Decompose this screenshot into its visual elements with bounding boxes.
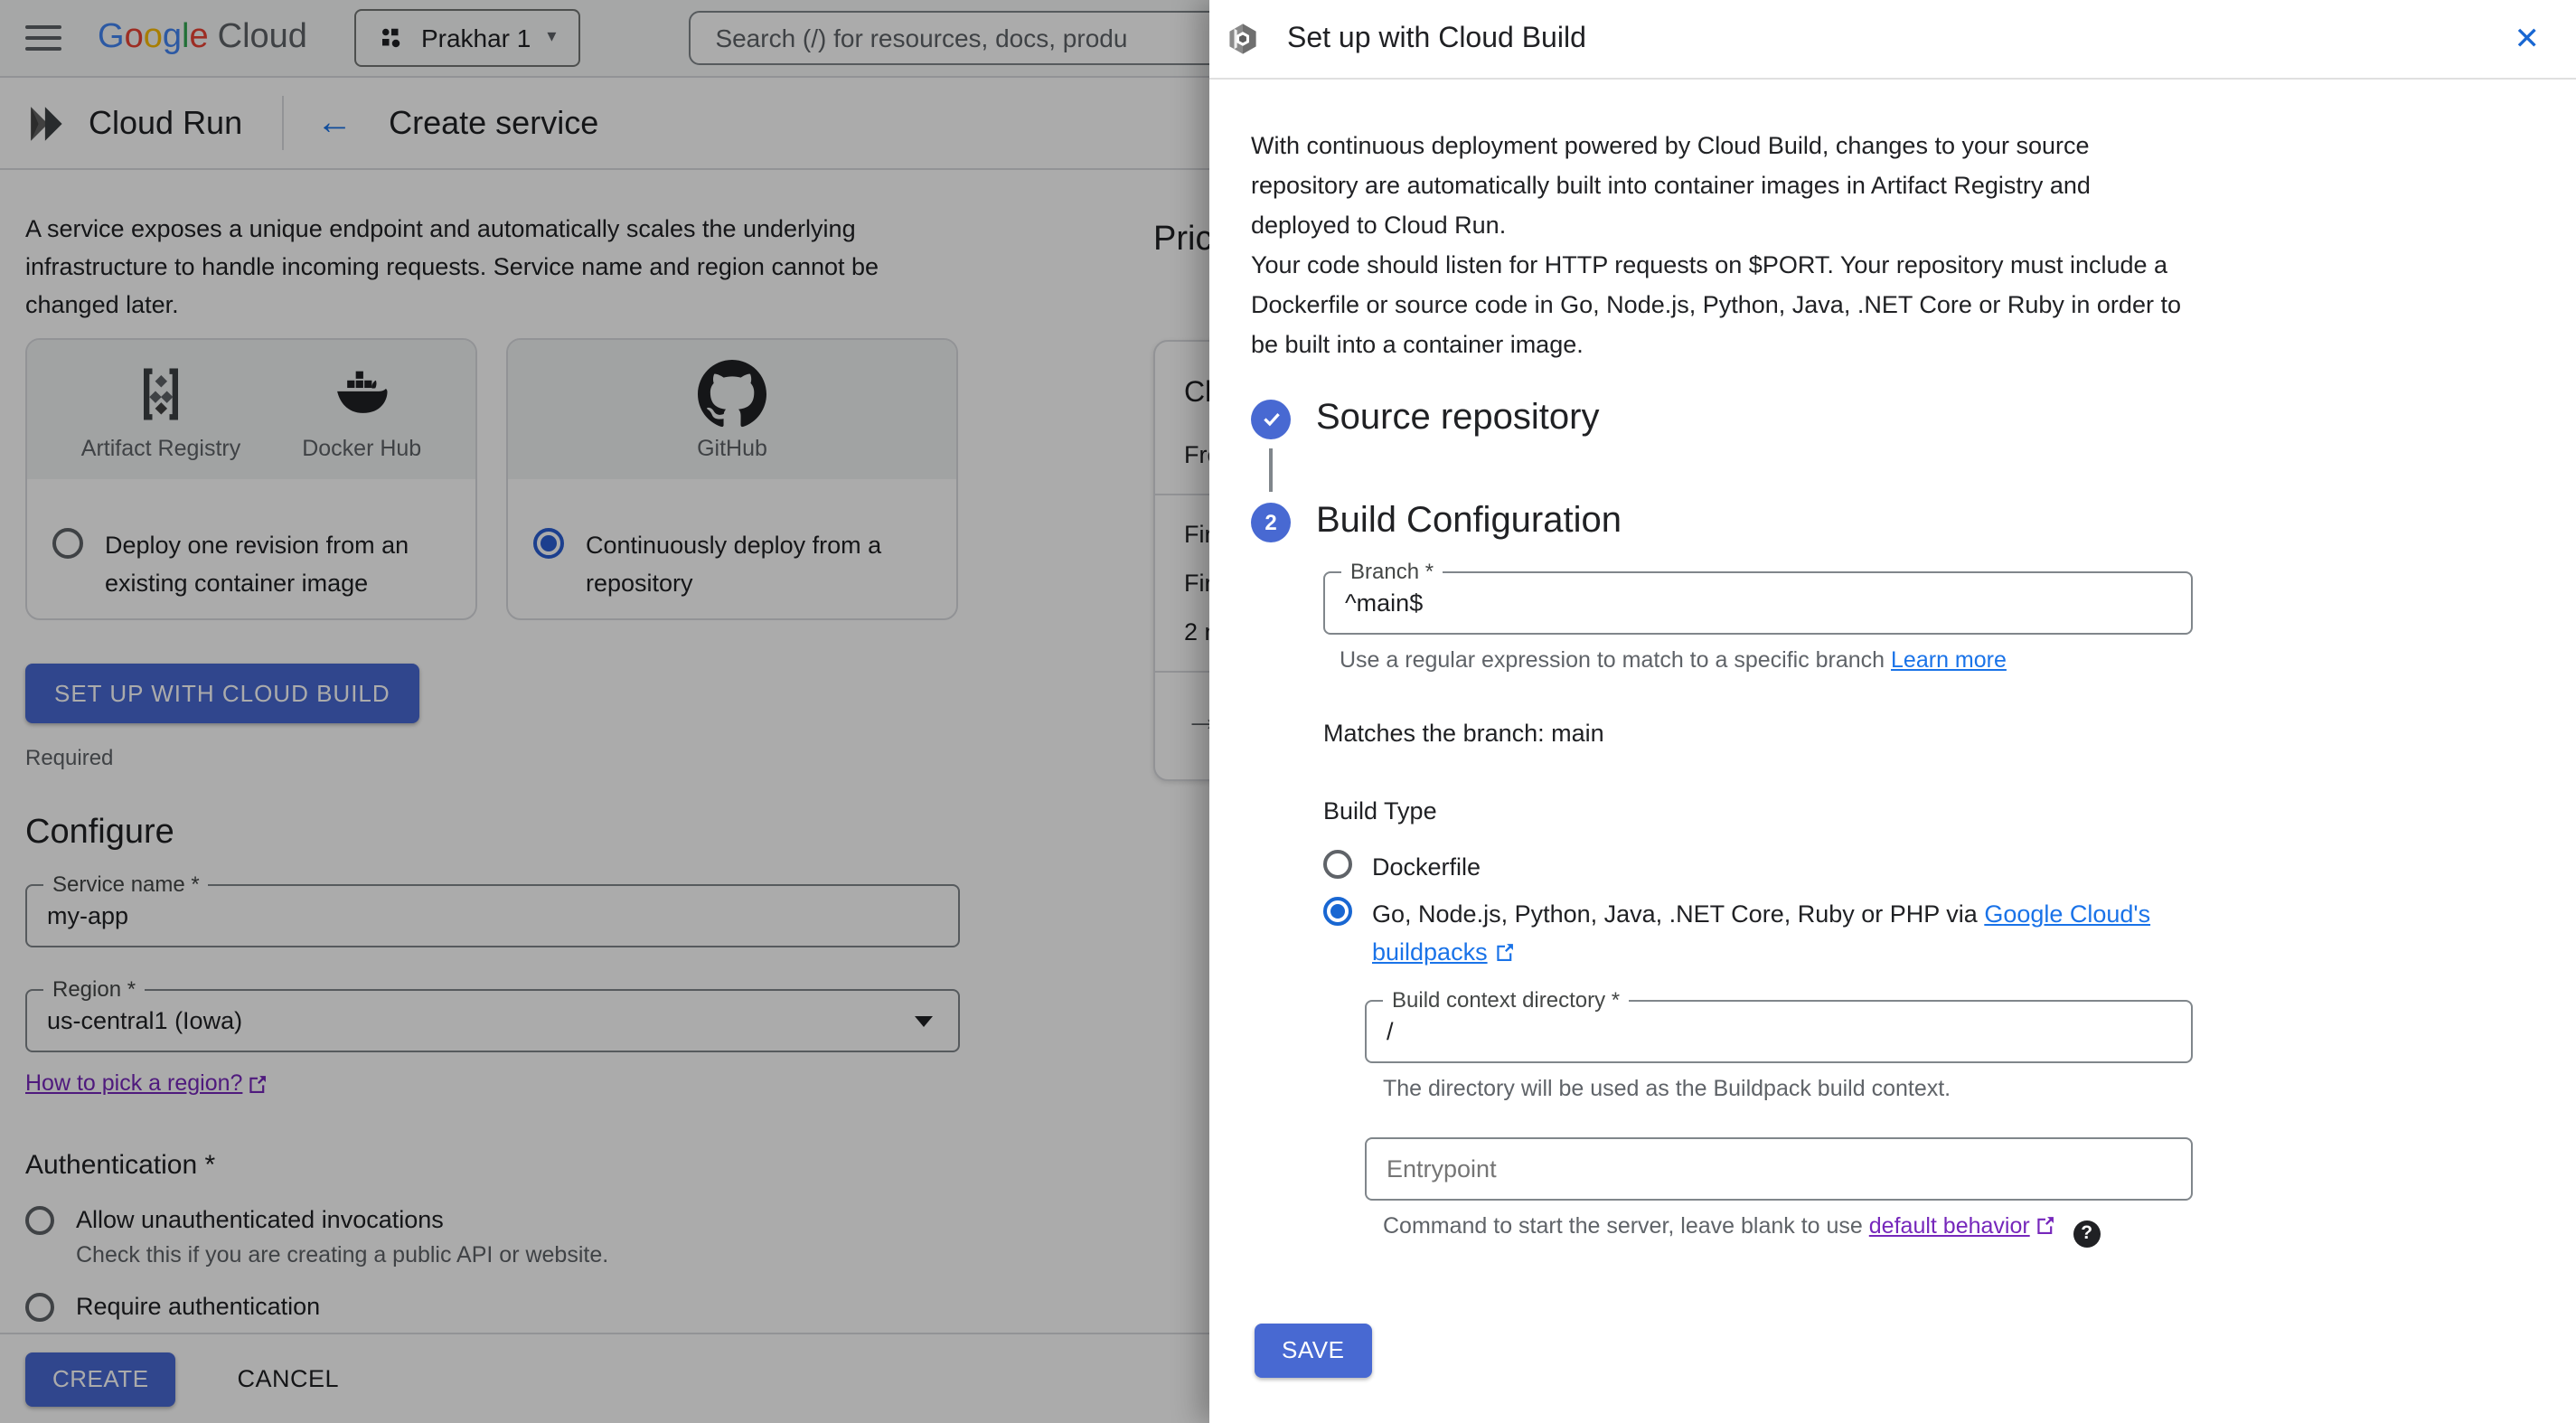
panel-header: Set up with Cloud Build ✕ [1209, 0, 2576, 80]
step-2-badge: 2 [1251, 502, 1291, 542]
build-context-directory-field[interactable]: Build context directory * [1365, 987, 2193, 1063]
buildpacks-radio[interactable] [1323, 897, 1352, 926]
entrypoint-helper: Command to start the server, leave blank… [1383, 1213, 2576, 1247]
cloud-build-icon [1229, 24, 1256, 54]
branch-helper-text: Use a regular expression to match to a s… [1340, 647, 1892, 673]
save-button[interactable]: SAVE [1255, 1323, 1372, 1377]
panel-intro-1: With continuous deployment powered by Cl… [1251, 132, 2091, 239]
branch-input[interactable] [1325, 589, 2191, 617]
panel-title: Set up with Cloud Build [1287, 23, 1586, 53]
step-source-repository[interactable]: Source repository [1251, 398, 2576, 439]
build-context-helper: The directory will be used as the Buildp… [1383, 1076, 1951, 1101]
build-type-dockerfile-option[interactable]: Dockerfile [1323, 848, 2173, 886]
build-type-buildpacks-option[interactable]: Go, Node.js, Python, Java, .NET Core, Ru… [1323, 895, 2173, 971]
buildpacks-label: Go, Node.js, Python, Java, .NET Core, Ru… [1372, 895, 2173, 971]
build-context-directory-input[interactable] [1367, 1018, 2191, 1045]
buildpacks-label-prefix: Go, Node.js, Python, Java, .NET Core, Ru… [1372, 900, 1985, 928]
external-link-icon [2037, 1217, 2054, 1235]
branch-helper: Use a regular expression to match to a s… [1340, 647, 2576, 673]
step-build-configuration[interactable]: 2 Build Configuration [1251, 501, 2576, 542]
dockerfile-radio[interactable] [1323, 850, 1352, 879]
google-cloud-console: Google Cloud Prakhar 1 ▾ Cloud Run [0, 0, 2576, 1423]
panel-intro-2: Your code should listen for HTTP request… [1251, 251, 2181, 358]
default-behavior-link[interactable]: default behavior [1869, 1213, 2030, 1239]
entrypoint-helper-text: Command to start the server, leave blank… [1383, 1213, 1869, 1239]
build-context-directory-label: Build context directory * [1383, 987, 1630, 1013]
step-connector [1269, 448, 1273, 492]
close-icon[interactable]: ✕ [2507, 17, 2548, 61]
external-link-icon [1496, 944, 1513, 962]
step-source-repository-title: Source repository [1316, 398, 1600, 438]
dockerfile-label: Dockerfile [1372, 853, 1481, 881]
entrypoint-field[interactable] [1365, 1137, 2193, 1201]
panel-body: With continuous deployment powered by Cl… [1209, 80, 2576, 1377]
cloud-build-setup-panel: Set up with Cloud Build ✕ With continuou… [1209, 0, 2576, 1423]
branch-label: Branch * [1341, 559, 1443, 584]
branch-field[interactable]: Branch * [1323, 559, 2193, 635]
step-check-icon [1251, 399, 1291, 438]
branch-match-result: Matches the branch: main [1323, 720, 1604, 747]
build-type-label: Build Type [1323, 797, 1437, 825]
help-icon[interactable]: ? [2073, 1220, 2101, 1247]
step-build-configuration-title: Build Configuration [1316, 501, 1622, 541]
setup-steps: Source repository 2 Build Configuration [1251, 398, 2576, 542]
entrypoint-input[interactable] [1367, 1155, 2191, 1183]
build-configuration-form: Branch * Use a regular expression to mat… [1323, 559, 2576, 1247]
learn-more-link[interactable]: Learn more [1891, 647, 2007, 673]
